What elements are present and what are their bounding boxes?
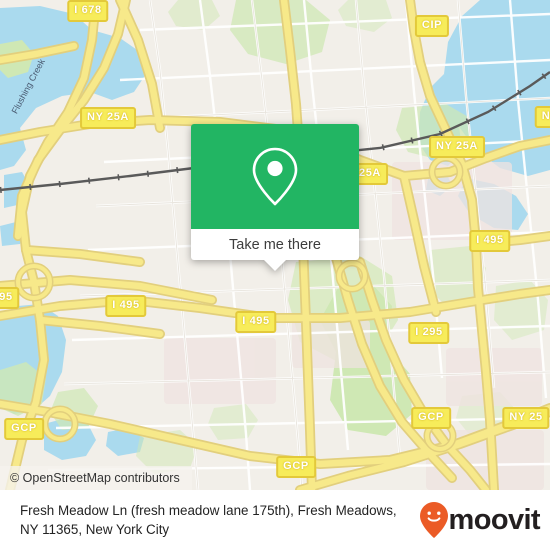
- map-canvas[interactable]: Flushing Creek I 678 NY 25A CIP NY 25A N…: [0, 0, 550, 490]
- take-me-there-label: Take me there: [229, 236, 321, 253]
- moovit-wordmark: moovit: [448, 503, 541, 536]
- footer-bar: Fresh Meadow Ln (fresh meadow lane 175th…: [0, 490, 550, 550]
- road-shield-ny25a-nw[interactable]: NY 25A: [80, 107, 136, 129]
- road-shield-gcp-s[interactable]: GCP: [276, 456, 316, 478]
- road-shield-cip[interactable]: CIP: [414, 15, 450, 37]
- road-shield-gcp-e[interactable]: GCP: [411, 407, 451, 429]
- address-text: Fresh Meadow Ln (fresh meadow lane 175th…: [20, 501, 419, 540]
- road-shield-95-edge[interactable]: 95: [0, 287, 20, 309]
- road-shield-ny25[interactable]: NY 25: [502, 407, 550, 429]
- road-shield-i495-c[interactable]: I 495: [235, 311, 277, 333]
- road-shield-n-edge[interactable]: N: [534, 106, 550, 128]
- road-shield-i295[interactable]: I 295: [408, 322, 450, 344]
- road-shield-i495-e[interactable]: I 495: [469, 230, 511, 252]
- road-shield-ny25a-ne[interactable]: NY 25A: [429, 136, 485, 158]
- moovit-pin-smile-icon: [419, 502, 448, 538]
- road-shield-gcp-w[interactable]: GCP: [4, 418, 44, 440]
- road-shield-i678[interactable]: I 678: [67, 0, 109, 22]
- map-attribution[interactable]: © OpenStreetMap contributors: [0, 466, 192, 490]
- take-me-there-button[interactable]: Take me there: [191, 229, 359, 271]
- location-popup[interactable]: Take me there: [191, 124, 359, 271]
- map-pin-icon: [252, 147, 298, 205]
- map-share-card: Flushing Creek I 678 NY 25A CIP NY 25A N…: [0, 0, 550, 550]
- moovit-brand[interactable]: moovit: [419, 501, 541, 539]
- popup-header: [191, 124, 359, 229]
- road-shield-i495-w[interactable]: I 495: [105, 295, 147, 317]
- popup-tail: [264, 260, 286, 271]
- address-line-1: Fresh Meadow Ln (fresh meadow lane 175th…: [20, 502, 332, 518]
